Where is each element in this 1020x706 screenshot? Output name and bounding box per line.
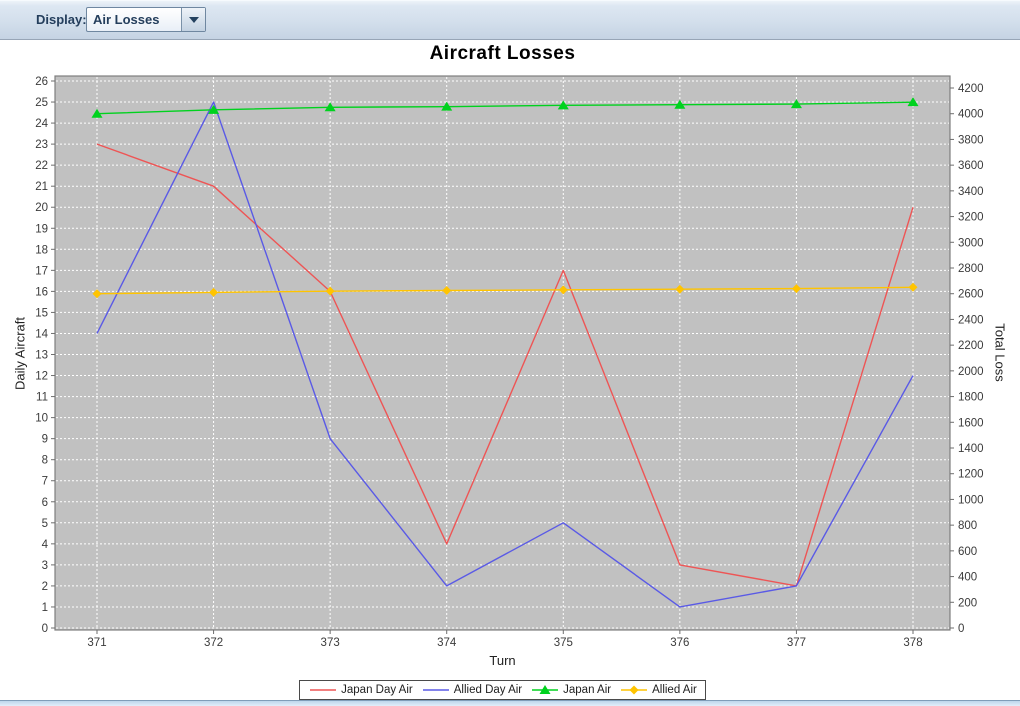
tick-label: 377 [787, 637, 806, 649]
tick-label: 21 [35, 181, 48, 193]
tick-label: 2200 [958, 340, 984, 352]
legend-item-label: Allied Day Air [453, 684, 523, 696]
tick-label: 3000 [958, 237, 984, 249]
tick-label: 400 [958, 572, 977, 584]
tick-label: 9 [42, 434, 48, 446]
tick-label: 2 [42, 581, 48, 593]
bottom-window-strip [0, 700, 1020, 706]
plot-area[interactable] [55, 76, 950, 630]
diamond-marker [629, 685, 639, 695]
tick-label: 18 [35, 244, 48, 256]
legend-item: Allied Day Air [421, 684, 522, 696]
tick-label: 3800 [958, 134, 984, 146]
tick-label: 5 [42, 518, 48, 530]
chart-panel: 0 1 2 3 4 5 6 7 8 9 10 11 12 13 14 15 16 17 18 19 20 21 22 23 24… [8, 40, 1012, 700]
tick-label: 12 [35, 371, 48, 383]
tick-label: 1600 [958, 417, 984, 429]
tick-label: 800 [958, 520, 977, 532]
y-right-axis-label: Total Loss [992, 323, 1008, 382]
legend-marker-icon [532, 685, 559, 694]
legend-item-label: Allied Air [652, 684, 697, 696]
tick-label: 378 [903, 637, 922, 649]
tick-label: 17 [35, 265, 48, 277]
tick-label: 600 [958, 546, 977, 558]
tick-label: 372 [204, 637, 223, 649]
tick-label: 3400 [958, 186, 984, 198]
y-left-axis-label: Daily Aircraft [12, 317, 28, 390]
tick-label: 374 [437, 637, 457, 649]
tick-label: 2000 [958, 366, 984, 378]
legend-item: Allied Air [619, 684, 697, 696]
tick-label: 376 [670, 637, 689, 649]
tick-label: 3600 [958, 160, 984, 172]
tick-label: 371 [87, 637, 106, 649]
chart-title: Aircraft Losses [429, 43, 576, 64]
tick-label: 8 [42, 455, 48, 467]
tick-label: 375 [554, 637, 573, 649]
legend: Japan Day Air Allied Day Air Japan Air Alli… [55, 680, 950, 700]
display-select-value: Air Losses [93, 12, 160, 27]
tick-label: 1200 [958, 469, 984, 481]
tick-label: 1400 [958, 443, 984, 455]
tick-label: 6 [42, 497, 48, 509]
tick-label: 0 [42, 623, 48, 635]
tick-label: 13 [35, 350, 48, 362]
tick-label: 4000 [958, 109, 984, 121]
tick-label: 1800 [958, 392, 984, 404]
tick-label: 0 [958, 623, 964, 635]
x-axis-label: Turn [489, 653, 516, 668]
tick-label: 11 [36, 392, 48, 404]
display-label: Display: [36, 12, 87, 27]
toolbar: Display: Air Losses [0, 0, 1020, 40]
legend-marker-icon [422, 689, 449, 691]
display-select[interactable]: Air Losses [86, 7, 206, 32]
tick-label: 2400 [958, 314, 984, 326]
chevron-down-icon [188, 16, 199, 23]
tick-label: 3 [42, 560, 48, 572]
legend-item: Japan Day Air [308, 684, 413, 696]
tick-label: 2600 [958, 289, 984, 301]
tick-label: 10 [35, 413, 48, 425]
tick-label: 7 [42, 476, 48, 488]
tick-label: 15 [35, 307, 48, 319]
tick-label: 200 [958, 597, 977, 609]
chart-canvas[interactable]: 0123456789101112131415161718192021222324… [8, 40, 1012, 700]
legend-item: Japan Air [530, 684, 611, 696]
legend-item-label: Japan Day Air [341, 684, 413, 696]
tick-label: 14 [35, 328, 48, 340]
tick-label: 4200 [958, 83, 984, 95]
tick-label: 4 [42, 539, 49, 551]
tick-label: 1 [42, 602, 48, 614]
tick-label: 19 [35, 223, 48, 235]
tick-label: 20 [35, 202, 48, 214]
tick-label: 26 [35, 76, 48, 88]
legend-marker-icon [621, 685, 648, 695]
tick-label: 22 [35, 160, 48, 172]
display-select-arrow[interactable] [181, 8, 205, 31]
tick-label: 1000 [958, 494, 984, 506]
tick-label: 2800 [958, 263, 984, 275]
tick-label: 16 [35, 286, 48, 298]
tick-label: 3200 [958, 212, 984, 224]
tick-label: 25 [35, 97, 48, 109]
legend-item-label: Japan Air [563, 684, 612, 696]
tick-label: 373 [321, 637, 340, 649]
tick-label: 24 [35, 118, 48, 130]
tick-label: 23 [35, 139, 48, 151]
legend-marker-icon [310, 689, 337, 691]
